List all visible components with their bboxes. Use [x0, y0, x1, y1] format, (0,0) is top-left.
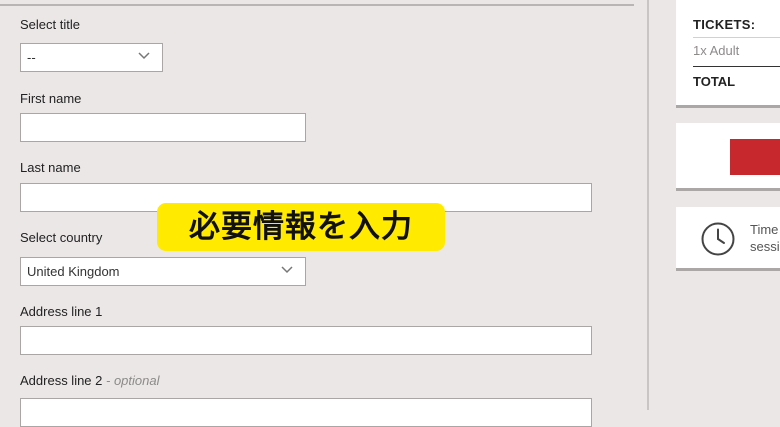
last-name-label: Last name [20, 160, 81, 175]
title-select-value: -- [27, 50, 36, 65]
country-select-value: United Kingdom [27, 264, 120, 279]
country-select[interactable]: United Kingdom [20, 257, 306, 286]
chevron-down-icon [138, 52, 150, 60]
first-name-label: First name [20, 91, 82, 106]
session-timer-card: Time sessi [676, 207, 780, 271]
optional-hint: - optional [106, 373, 160, 388]
clock-icon [701, 222, 735, 256]
address-line-1-input[interactable] [20, 326, 592, 355]
timer-message-line-2: sessi [750, 239, 780, 254]
select-title-label: Select title [20, 17, 80, 32]
continue-button[interactable] [730, 139, 780, 175]
chevron-down-icon [281, 266, 293, 274]
timer-message-line-1: Time [750, 222, 779, 237]
total-divider [693, 66, 780, 67]
total-label: TOTAL [693, 74, 736, 89]
top-divider [0, 4, 634, 6]
address-line-2-input[interactable] [20, 398, 592, 427]
address-line-1-label: Address line 1 [20, 304, 103, 319]
instruction-caption: 必要情報を入力 [157, 203, 445, 251]
address-line-2-label: Address line 2 - optional [20, 373, 160, 388]
tickets-heading: TICKETS: [693, 17, 756, 32]
title-select[interactable]: -- [20, 43, 163, 72]
tickets-divider [693, 37, 780, 38]
checkout-action-card [676, 123, 780, 191]
address-line-2-label-text: Address line 2 [20, 373, 103, 388]
column-divider [647, 0, 649, 410]
tickets-summary-card: TICKETS: 1x Adult TOTAL [676, 0, 780, 108]
timer-message: Time sessi [750, 221, 780, 255]
first-name-input[interactable] [20, 113, 306, 142]
select-country-label: Select country [20, 230, 103, 245]
ticket-line-item: 1x Adult [693, 43, 740, 58]
